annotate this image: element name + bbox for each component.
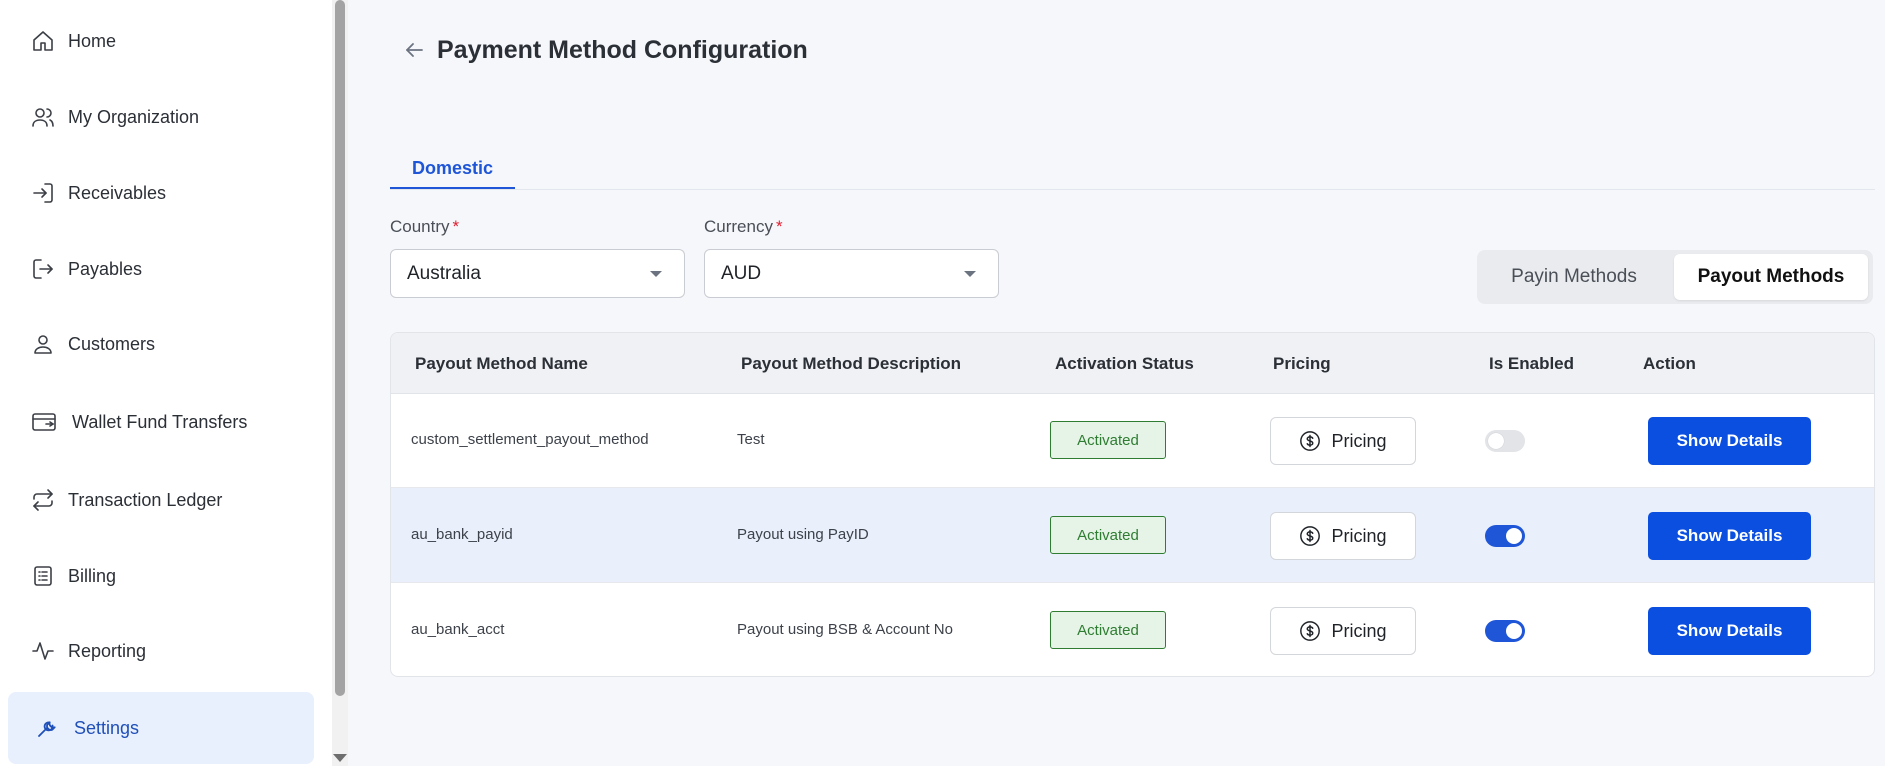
users-icon <box>30 104 56 130</box>
column-header: Is Enabled <box>1489 354 1575 373</box>
toggle-knob <box>1506 528 1522 544</box>
pricing-button-label: Pricing <box>1331 525 1387 546</box>
sidebar-item-my-organization[interactable]: My Organization <box>8 81 314 153</box>
show-details-button[interactable]: Show Details <box>1648 417 1811 465</box>
sidebar: Home My Organization Receivables Payable… <box>0 0 332 766</box>
wrench-icon <box>34 715 60 741</box>
method-name: custom_settlement_payout_method <box>411 431 649 448</box>
sidebar-item-payables[interactable]: Payables <box>8 233 314 305</box>
pricing-button[interactable]: Pricing <box>1270 607 1416 655</box>
activity-icon <box>30 638 56 664</box>
method-description: Test <box>737 431 765 448</box>
chevron-down-icon <box>650 271 662 277</box>
country-label: Country * <box>390 217 460 236</box>
tab-divider <box>390 189 1875 190</box>
table-row: custom_settlement_payout_method Test Act… <box>391 393 1874 488</box>
column-header: Action <box>1643 354 1696 373</box>
method-description: Payout using BSB & Account No <box>737 621 953 638</box>
table-row: au_bank_acct Payout using BSB & Account … <box>391 583 1874 676</box>
pricing-button[interactable]: Pricing <box>1270 417 1416 465</box>
pricing-button[interactable]: Pricing <box>1270 512 1416 560</box>
sidebar-item-home[interactable]: Home <box>8 5 314 77</box>
dollar-circle-icon <box>1300 526 1321 546</box>
sidebar-item-reporting[interactable]: Reporting <box>8 615 314 687</box>
back-arrow-icon[interactable] <box>402 38 428 64</box>
method-name: au_bank_payid <box>411 526 513 543</box>
repeat-arrows-icon <box>30 487 56 513</box>
chevron-down-icon <box>964 271 976 277</box>
enabled-toggle[interactable] <box>1485 430 1525 452</box>
toggle-knob <box>1488 433 1504 449</box>
table-row: au_bank_payid Payout using PayID Activat… <box>391 488 1874 583</box>
scroll-down-arrow-icon[interactable] <box>333 754 347 762</box>
country-select-value: Australia <box>407 262 481 284</box>
show-details-button[interactable]: Show Details <box>1648 607 1811 655</box>
toggle-knob <box>1506 623 1522 639</box>
status-badge: Activated <box>1050 611 1166 649</box>
column-header: Pricing <box>1273 354 1331 373</box>
table-header: Payout Method Name Payout Method Descrip… <box>391 333 1874 394</box>
user-icon <box>30 331 56 357</box>
login-arrow-icon <box>30 180 56 206</box>
tab-domestic[interactable]: Domestic <box>390 148 515 190</box>
column-header: Activation Status <box>1055 354 1194 373</box>
sidebar-item-label: Reporting <box>68 640 147 661</box>
sidebar-item-wallet-fund-transfers[interactable]: Wallet Fund Transfers <box>8 386 314 458</box>
receipt-icon <box>30 563 56 589</box>
payout-methods-table: Payout Method Name Payout Method Descrip… <box>390 332 1875 677</box>
sidebar-item-transaction-ledger[interactable]: Transaction Ledger <box>8 464 314 536</box>
enabled-toggle[interactable] <box>1485 525 1525 547</box>
method-description: Payout using PayID <box>737 526 869 543</box>
pricing-button-label: Pricing <box>1331 430 1387 451</box>
payin-methods-button[interactable]: Payin Methods <box>1481 254 1667 300</box>
logout-arrow-icon <box>30 256 56 282</box>
sidebar-item-settings[interactable]: Settings <box>8 692 314 764</box>
dollar-circle-icon <box>1300 621 1321 641</box>
sidebar-item-label: Receivables <box>68 182 167 203</box>
home-icon <box>30 28 56 54</box>
page-title: Payment Method Configuration <box>437 36 808 64</box>
status-badge: Activated <box>1050 516 1166 554</box>
pricing-button-label: Pricing <box>1331 620 1387 641</box>
sidebar-item-label: Home <box>68 30 117 51</box>
sidebar-item-label: Payables <box>68 258 143 279</box>
sidebar-item-label: Settings <box>74 717 140 738</box>
column-header: Payout Method Description <box>741 354 962 373</box>
dollar-circle-icon <box>1300 431 1321 451</box>
sidebar-item-label: Transaction Ledger <box>68 489 223 510</box>
currency-select-value: AUD <box>721 262 762 284</box>
column-header: Payout Method Name <box>415 354 588 373</box>
country-select[interactable]: Australia <box>390 249 685 298</box>
enabled-toggle[interactable] <box>1485 620 1525 642</box>
sidebar-scrollbar-thumb[interactable] <box>335 0 345 696</box>
sidebar-item-customers[interactable]: Customers <box>8 308 314 380</box>
payout-methods-button[interactable]: Payout Methods <box>1674 254 1868 300</box>
currency-label: Currency * <box>704 217 783 236</box>
method-type-toggle: Payin Methods Payout Methods <box>1477 250 1873 304</box>
method-name: au_bank_acct <box>411 621 505 638</box>
currency-select[interactable]: AUD <box>704 249 999 298</box>
show-details-button[interactable]: Show Details <box>1648 512 1811 560</box>
status-badge: Activated <box>1050 421 1166 459</box>
wallet-transfer-icon <box>30 409 60 435</box>
sidebar-item-label: My Organization <box>68 106 200 127</box>
sidebar-item-label: Customers <box>68 333 156 354</box>
sidebar-item-billing[interactable]: Billing <box>8 540 314 612</box>
sidebar-item-label: Wallet Fund Transfers <box>72 411 248 432</box>
sidebar-item-receivables[interactable]: Receivables <box>8 157 314 229</box>
sidebar-item-label: Billing <box>68 565 117 586</box>
